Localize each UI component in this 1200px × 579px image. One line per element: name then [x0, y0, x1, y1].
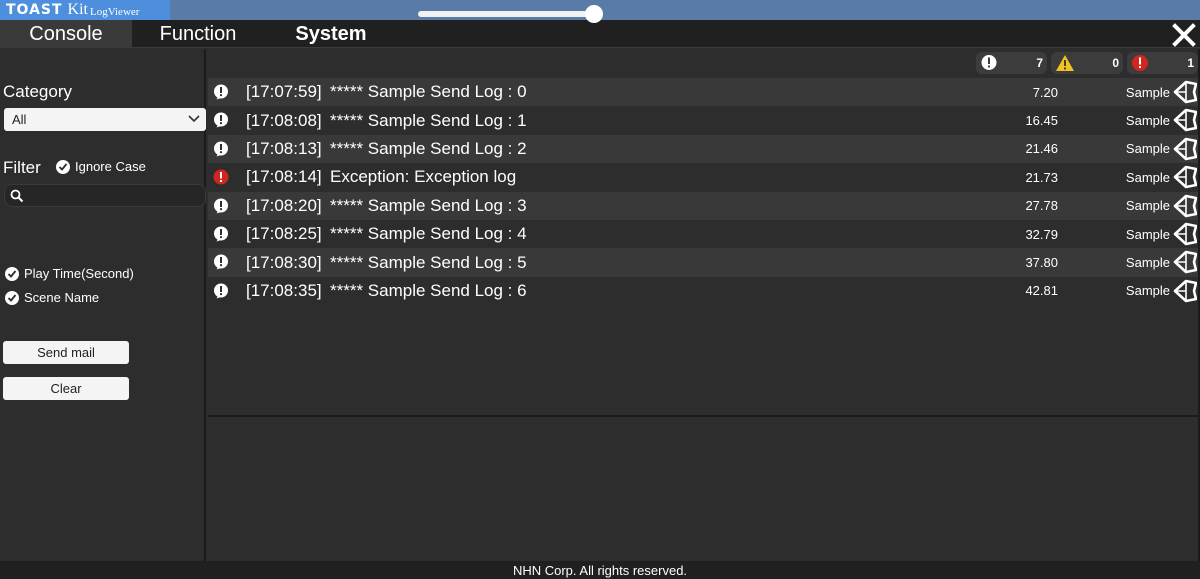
log-time: [17:08:08] [246, 110, 322, 130]
warning-count-toggle[interactable]: 0 [1051, 52, 1123, 74]
opacity-slider-handle[interactable] [585, 5, 603, 23]
unity-icon [1171, 194, 1198, 223]
error-circle-icon [213, 169, 229, 185]
log-row[interactable]: [17:07:59] ***** Sample Send Log : 0 7.20 S… [208, 78, 1198, 109]
info-bubble-icon [213, 283, 229, 299]
log-time: [17:07:59] [246, 82, 322, 102]
play-time-checkbox[interactable]: Play Time(Second) [5, 266, 134, 281]
log-scene-name: Sample [1125, 141, 1170, 157]
unity-icon [1171, 279, 1198, 308]
options-panel: Category All Filter Ignore Case Play Tim… [0, 49, 206, 561]
unity-icon [1171, 108, 1198, 137]
opacity-slider-track[interactable] [418, 11, 600, 17]
log-row[interactable]: [17:08:25] ***** Sample Send Log : 4 32.79… [208, 220, 1198, 248]
unity-icon [1171, 80, 1198, 109]
scene-name-checkbox[interactable]: Scene Name [5, 290, 99, 305]
log-scene-name: Sample [1125, 283, 1170, 299]
log-message: ***** Sample Send Log : 1 [330, 110, 527, 130]
unity-icon [1171, 137, 1198, 166]
checkmark-icon [5, 266, 19, 281]
ignore-case-checkbox[interactable]: Ignore Case [56, 159, 146, 174]
log-row[interactable]: [17:08:30] ***** Sample Send Log : 5 37.80… [208, 248, 1198, 279]
log-time: [17:08:20] [246, 195, 322, 215]
error-circle-icon [1132, 55, 1148, 71]
tab-system[interactable]: System [264, 20, 398, 48]
log-row[interactable]: [17:08:20] ***** Sample Send Log : 3 27.78… [208, 191, 1198, 223]
unity-icon [1171, 250, 1198, 279]
tab-bar: Console Function System [0, 20, 1200, 48]
send-mail-button[interactable]: Send mail [3, 341, 129, 364]
log-play-time: 27.78 [1025, 198, 1058, 214]
log-time: [17:08:13] [246, 138, 322, 158]
warning-count: 0 [1112, 56, 1119, 70]
log-message: ***** Sample Send Log : 5 [330, 252, 527, 272]
log-message: ***** Sample Send Log : 0 [330, 82, 527, 102]
log-row[interactable]: [17:08:08] ***** Sample Send Log : 1 16.45… [208, 106, 1198, 134]
log-scene-name: Sample [1125, 255, 1170, 271]
log-message: ***** Sample Send Log : 4 [330, 224, 527, 244]
log-row[interactable]: [17:08:35] ***** Sample Send Log : 6 42.81… [208, 277, 1198, 305]
info-bubble-icon [213, 141, 229, 157]
category-label: Category [3, 82, 72, 101]
log-count-toggle[interactable]: 7 [976, 52, 1047, 74]
log-message: ***** Sample Send Log : 2 [330, 138, 527, 158]
category-value: All [12, 112, 27, 127]
info-bubble-icon [213, 254, 229, 270]
log-scene-name: Sample [1125, 198, 1170, 214]
search-icon [10, 189, 24, 203]
log-detail-panel [208, 417, 1200, 561]
footer-copyright: NHN Corp. All rights reserved. [0, 561, 1200, 579]
app-logo: TOAST Kit LogViewer [0, 0, 170, 20]
log-play-time: 16.45 [1025, 113, 1058, 129]
log-time: [17:08:30] [246, 252, 322, 272]
filter-search-input[interactable] [4, 184, 206, 207]
log-play-time: 42.81 [1025, 283, 1058, 299]
scene-name-label: Scene Name [24, 290, 100, 305]
filter-label: Filter [3, 158, 41, 177]
warning-triangle-icon [1056, 55, 1074, 71]
log-time: [17:08:25] [246, 224, 322, 244]
unity-icon [1171, 222, 1198, 251]
info-bubble-icon [213, 226, 229, 242]
log-message: ***** Sample Send Log : 3 [330, 195, 527, 215]
info-bubble-icon [213, 198, 229, 214]
tab-console[interactable]: Console [0, 20, 132, 48]
error-count: 1 [1187, 56, 1194, 70]
log-list: [17:07:59] ***** Sample Send Log : 0 7.20 S… [208, 78, 1198, 305]
chevron-down-icon [188, 115, 200, 123]
play-time-label: Play Time(Second) [24, 266, 134, 281]
log-message: ***** Sample Send Log : 6 [330, 280, 527, 300]
log-time: [17:08:35] [246, 280, 322, 300]
logo-kit: Kit [67, 1, 88, 18]
info-bubble-icon [981, 55, 997, 70]
log-scene-name: Sample [1125, 226, 1170, 242]
log-play-time: 21.73 [1025, 169, 1058, 185]
logo-viewer: LogViewer [90, 5, 140, 18]
log-row[interactable]: [17:08:14] Exception: Exception log 21.73 S… [208, 163, 1198, 191]
log-count: 7 [1036, 56, 1043, 70]
log-play-time: 32.79 [1025, 226, 1058, 242]
log-play-time: 37.80 [1025, 255, 1058, 271]
info-bubble-icon [213, 112, 229, 128]
log-scene-name: Sample [1125, 169, 1170, 185]
log-scene-name: Sample [1125, 84, 1170, 100]
close-icon[interactable] [1170, 21, 1198, 49]
checkmark-icon [5, 290, 19, 305]
checkmark-icon [56, 159, 70, 174]
log-play-time: 7.20 [1032, 84, 1058, 100]
clear-button[interactable]: Clear [3, 377, 129, 400]
category-select[interactable]: All [4, 108, 206, 131]
log-time: [17:08:14] [246, 167, 322, 187]
tab-function[interactable]: Function [132, 20, 264, 48]
log-message: Exception: Exception log [330, 167, 517, 187]
logo-brand: TOAST [6, 2, 63, 18]
log-scene-name: Sample [1125, 113, 1170, 129]
ignore-case-label: Ignore Case [75, 159, 146, 174]
unity-icon [1171, 165, 1198, 194]
error-count-toggle[interactable]: 1 [1127, 52, 1198, 74]
log-play-time: 21.46 [1025, 141, 1058, 157]
info-bubble-icon [213, 84, 229, 100]
log-row[interactable]: [17:08:13] ***** Sample Send Log : 2 21.46… [208, 134, 1198, 166]
